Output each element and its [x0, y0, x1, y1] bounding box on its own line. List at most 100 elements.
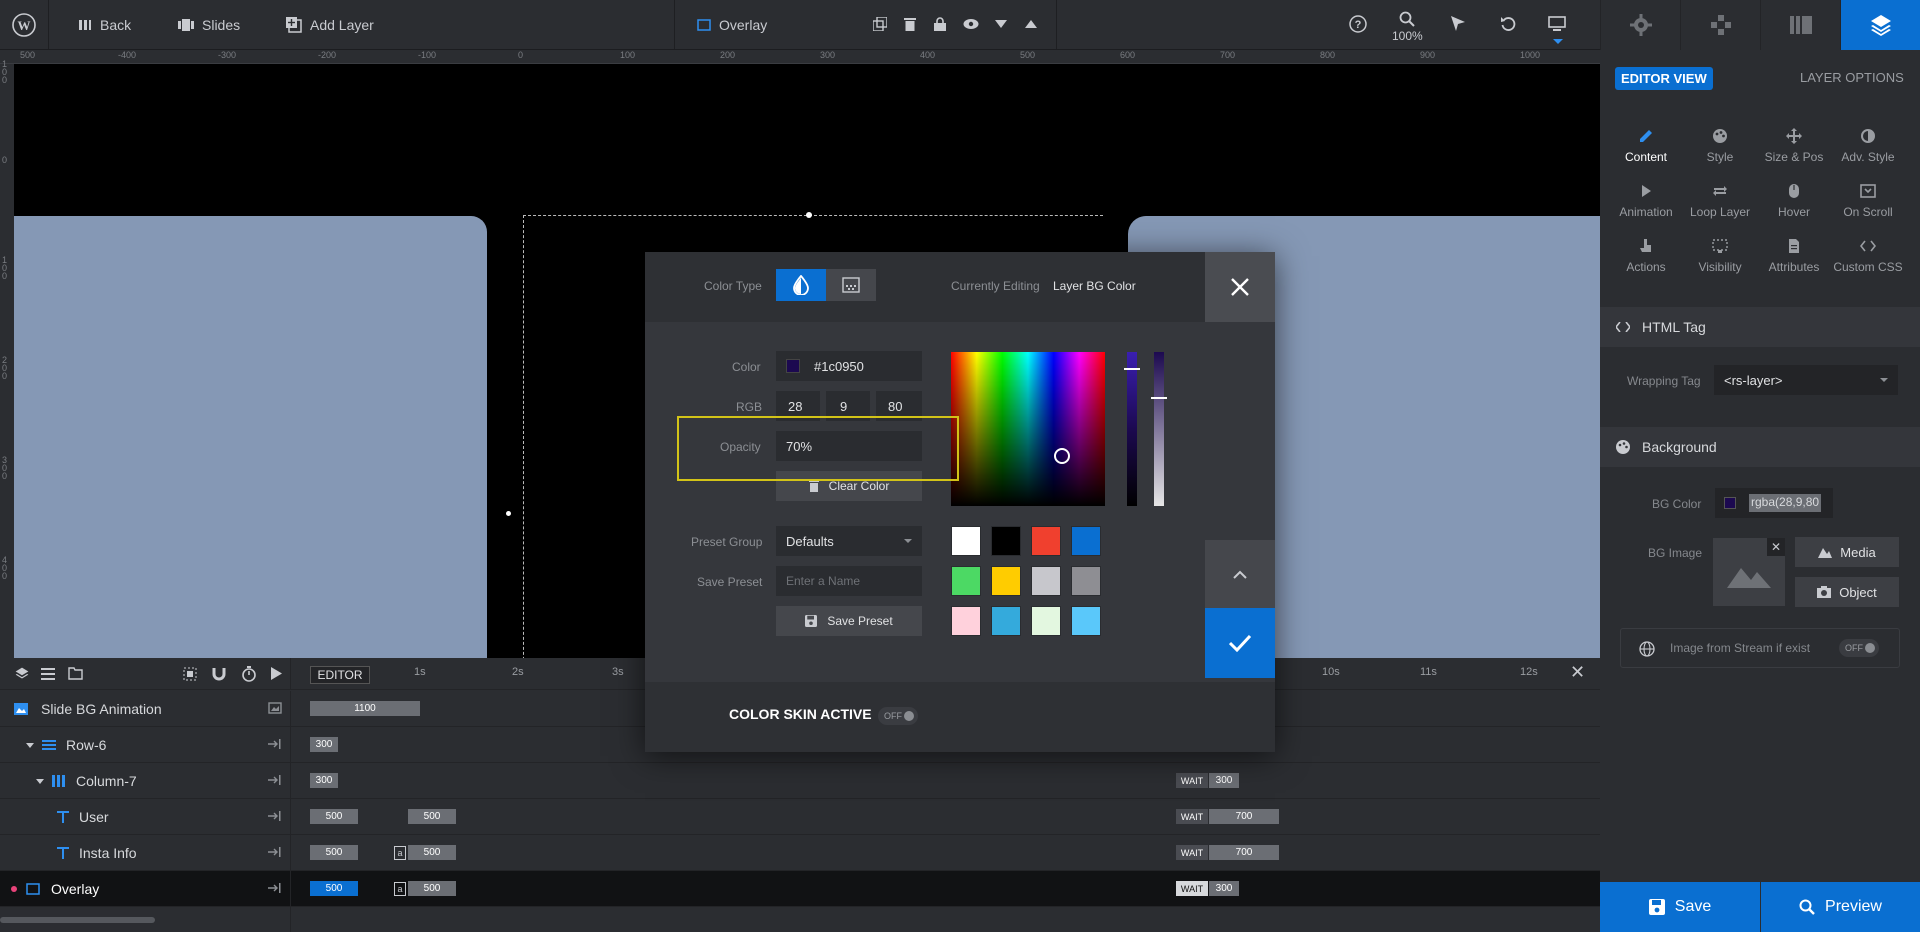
stream-toggle[interactable]: OFF	[1839, 639, 1879, 657]
layer-options-label[interactable]: LAYER OPTIONS	[1800, 70, 1904, 85]
caret-up-icon[interactable]	[1020, 13, 1042, 35]
timeline-row[interactable]: Column-7 300 WAIT 300	[0, 763, 1600, 799]
horizontal-scrollbar[interactable]	[0, 917, 155, 923]
preset-swatch[interactable]	[1071, 566, 1101, 596]
close-timeline-icon[interactable]: ✕	[1570, 662, 1585, 683]
wait-badge[interactable]: WAIT	[1176, 881, 1208, 896]
option-actions[interactable]: Actions	[1609, 238, 1683, 274]
resize-handle-left[interactable]	[506, 511, 511, 516]
preset-swatch[interactable]	[1031, 526, 1061, 556]
preset-group-select[interactable]: Defaults	[776, 526, 922, 556]
object-button[interactable]: Object	[1795, 577, 1899, 607]
timeline-frame-chip[interactable]: 500	[310, 845, 358, 860]
trash-icon[interactable]	[899, 13, 921, 35]
preset-swatch[interactable]	[991, 606, 1021, 636]
timeline-frame-chip[interactable]: 1100	[310, 701, 420, 716]
jump-to-end-icon[interactable]	[268, 774, 282, 789]
jump-to-end-icon[interactable]	[268, 738, 282, 753]
wait-badge[interactable]: WAIT	[1176, 773, 1208, 788]
preset-swatch[interactable]	[951, 566, 981, 596]
add-layer-button[interactable]: Add Layer	[286, 0, 374, 49]
opacity-slider[interactable]	[1151, 352, 1167, 506]
help-icon[interactable]: ?	[1347, 13, 1369, 35]
eye-icon[interactable]	[960, 13, 982, 35]
wordpress-logo-icon[interactable]: W	[12, 0, 36, 49]
option-size-pos[interactable]: Size & Pos	[1757, 128, 1831, 164]
jump-to-end-icon[interactable]	[268, 846, 282, 861]
jump-to-end-icon[interactable]	[268, 810, 282, 825]
end-frame-chip[interactable]: 700	[1209, 809, 1279, 824]
list-icon[interactable]	[41, 668, 55, 680]
close-modal-button[interactable]	[1205, 252, 1275, 322]
editor-time-label[interactable]: EDITOR	[310, 666, 370, 684]
hue-slider-handle[interactable]	[1124, 368, 1140, 370]
option-visibility[interactable]: Visibility	[1683, 238, 1757, 274]
expand-caret-icon[interactable]	[26, 743, 34, 748]
timeline-row[interactable]: Overlay 500 500 a WAIT 300	[0, 871, 1600, 907]
pointer-icon[interactable]	[1447, 13, 1469, 35]
option-loop-layer[interactable]: Loop Layer	[1683, 183, 1757, 219]
color-skin-toggle[interactable]: OFF	[878, 707, 918, 725]
option-style[interactable]: Style	[1683, 128, 1757, 164]
bg-image-placeholder[interactable]: ✕	[1713, 538, 1785, 606]
timeline-row[interactable]: Insta Info 500 500 a WAIT 700	[0, 835, 1600, 871]
preset-name-input[interactable]: Enter a Name	[776, 566, 922, 596]
option-content[interactable]: Content	[1609, 128, 1683, 164]
solid-color-tab[interactable]	[776, 269, 826, 301]
preset-swatch[interactable]	[1031, 566, 1061, 596]
tab-navigation[interactable]	[1680, 0, 1760, 50]
timer-icon[interactable]	[241, 666, 257, 682]
grid-select-icon[interactable]	[183, 667, 197, 681]
timeline-frame-chip[interactable]: 500	[408, 881, 456, 896]
picker-handle[interactable]	[1054, 448, 1070, 464]
timeline-frame-chip[interactable]: 300	[310, 773, 338, 788]
option-attributes[interactable]: Attributes	[1757, 238, 1831, 274]
duplicate-icon[interactable]	[869, 13, 891, 35]
preset-swatch[interactable]	[991, 526, 1021, 556]
remove-image-icon[interactable]: ✕	[1767, 538, 1785, 556]
timeline-row[interactable]: User 500 500 WAIT 700	[0, 799, 1600, 835]
preview-button[interactable]: Preview	[1761, 882, 1920, 932]
editor-view-button[interactable]: EDITOR VIEW	[1615, 67, 1713, 90]
save-button[interactable]: Save	[1600, 882, 1760, 932]
left-card[interactable]	[14, 216, 487, 658]
preset-swatch[interactable]	[951, 526, 981, 556]
slides-button[interactable]: Slides	[178, 0, 240, 49]
option-hover[interactable]: Hover	[1757, 183, 1831, 219]
end-frame-chip[interactable]: 300	[1209, 773, 1239, 788]
image-icon[interactable]	[268, 702, 282, 717]
lock-icon[interactable]	[929, 13, 951, 35]
preset-swatch[interactable]	[991, 566, 1021, 596]
expand-caret-icon[interactable]	[36, 779, 44, 784]
current-layer-name[interactable]: Overlay	[697, 0, 767, 49]
end-frame-chip[interactable]: 700	[1209, 845, 1279, 860]
save-preset-button[interactable]: Save Preset	[776, 606, 922, 636]
bg-color-field[interactable]: rgba(28,9,80	[1715, 488, 1833, 518]
gradient-tab[interactable]	[826, 269, 876, 301]
wait-badge[interactable]: WAIT	[1176, 809, 1208, 824]
jump-to-end-icon[interactable]	[268, 882, 282, 897]
option-custom-css[interactable]: Custom CSS	[1831, 238, 1905, 274]
wrapping-tag-select[interactable]: <rs-layer>	[1714, 365, 1898, 395]
preset-swatch[interactable]	[1071, 526, 1101, 556]
preset-swatch[interactable]	[1071, 606, 1101, 636]
timeline-frame-chip[interactable]: 500	[408, 809, 456, 824]
tab-library[interactable]	[1760, 0, 1840, 50]
saturation-brightness-picker[interactable]	[951, 352, 1105, 506]
timeline-frame-chip[interactable]: 300	[310, 737, 338, 752]
tab-layers[interactable]	[1840, 0, 1920, 50]
hue-slider[interactable]	[1124, 352, 1140, 506]
text-split-icon[interactable]: a	[394, 882, 406, 896]
tab-settings[interactable]	[1600, 0, 1680, 50]
bg-color-swatch[interactable]	[1724, 497, 1736, 509]
timeline-frame-chip[interactable]: 500	[310, 809, 358, 824]
apply-color-button[interactable]	[1205, 608, 1275, 678]
preset-swatch[interactable]	[951, 606, 981, 636]
timeline-frame-chip[interactable]: 500	[310, 881, 358, 896]
html-tag-section-header[interactable]: HTML Tag	[1600, 307, 1920, 347]
collapse-button[interactable]	[1205, 540, 1275, 608]
wait-badge[interactable]: WAIT	[1176, 845, 1208, 860]
preset-swatch[interactable]	[1031, 606, 1061, 636]
layers-icon[interactable]	[15, 667, 29, 681]
play-icon[interactable]	[271, 667, 282, 680]
